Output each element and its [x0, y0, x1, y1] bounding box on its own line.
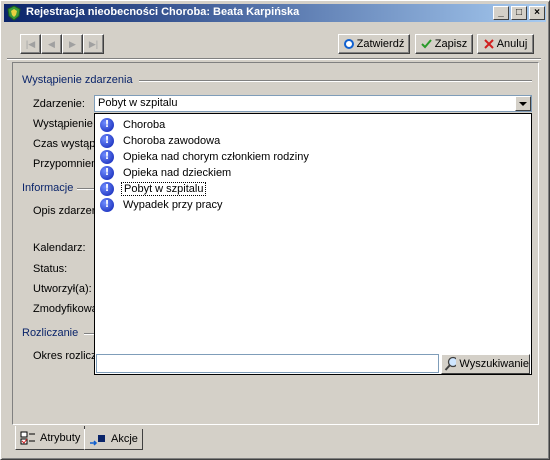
info-icon: !	[100, 182, 114, 196]
toolbar-separator	[7, 58, 541, 60]
list-item-selected[interactable]: ! Pobyt w szpitalu	[100, 181, 207, 197]
dropdown-arrow-button[interactable]	[515, 96, 531, 111]
confirm-icon	[343, 39, 354, 49]
magnifier-icon	[444, 356, 457, 371]
list-item[interactable]: ! Choroba	[100, 117, 167, 133]
event-label: Zdarzenie:	[33, 98, 85, 110]
tab-actions-label: Akcje	[111, 433, 138, 445]
calendar-label: Kalendarz:	[33, 242, 86, 254]
section-settlement-line	[84, 333, 94, 335]
app-icon	[7, 5, 21, 21]
section-info-line	[77, 188, 94, 190]
section-occurrence: Wystąpienie zdarzenia	[22, 74, 133, 86]
first-record-icon: |◀	[25, 38, 36, 49]
occurrence-label: Wystąpienie	[33, 118, 93, 130]
first-record-button[interactable]: |◀	[20, 34, 41, 54]
info-icon: !	[100, 134, 114, 148]
window: Rejestracja nieobecności Choroba: Beata …	[0, 0, 550, 460]
info-icon: !	[100, 198, 114, 212]
created-by-label: Utworzył(a):	[33, 283, 92, 295]
status-label: Status:	[33, 263, 68, 275]
confirm-button[interactable]: Zatwierdź	[338, 34, 410, 54]
description-label: Opis zdarzen	[33, 205, 98, 217]
modified-by-label: Zmodyfikowa	[33, 303, 98, 315]
event-select[interactable]: Pobyt w szpitalu	[94, 95, 532, 112]
save-button[interactable]: Zapisz	[415, 34, 473, 54]
cancel-label: Anuluj	[496, 38, 528, 50]
checkmark-icon	[421, 39, 432, 49]
last-record-button[interactable]: ▶|	[83, 34, 104, 54]
list-item[interactable]: ! Opieka nad chorym członkiem rodziny	[100, 149, 311, 165]
search-button-label: Wyszukiwanie	[459, 358, 529, 370]
section-info: Informacje	[22, 182, 74, 194]
list-item-label: Wypadek przy pracy	[123, 199, 223, 211]
info-icon: !	[100, 166, 114, 180]
section-occurrence-line	[139, 80, 532, 82]
confirm-label: Zatwierdź	[356, 38, 405, 50]
last-record-icon: ▶|	[88, 38, 99, 49]
event-dropdown-list[interactable]: ! Choroba ! Choroba zawodowa ! Opieka na…	[94, 113, 532, 375]
list-item[interactable]: ! Wypadek przy pracy	[100, 197, 225, 213]
time-label: Czas wystąp	[33, 138, 96, 150]
chevron-down-icon	[519, 102, 527, 106]
info-icon: !	[100, 150, 114, 164]
list-item-label: Opieka nad chorym członkiem rodziny	[123, 151, 309, 163]
cancel-icon	[483, 39, 494, 49]
tab-attributes[interactable]: Atrybuty	[15, 426, 86, 450]
info-icon: !	[100, 118, 114, 132]
window-title: Rejestracja nieobecności Choroba: Beata …	[26, 6, 300, 18]
title-bar: Rejestracja nieobecności Choroba: Beata …	[4, 4, 546, 22]
tab-attributes-label: Atrybuty	[40, 431, 81, 444]
attributes-icon	[20, 431, 35, 444]
next-record-icon: ▶	[69, 38, 76, 49]
list-item[interactable]: ! Choroba zawodowa	[100, 133, 222, 149]
list-item-label: Choroba zawodowa	[123, 135, 221, 147]
next-record-button[interactable]: ▶	[62, 34, 83, 54]
list-item-label: Pobyt w szpitalu	[121, 182, 207, 196]
period-label: Okres rozlicz	[33, 350, 97, 362]
close-button[interactable]: ×	[529, 6, 545, 20]
reminder-label: Przypomnien	[33, 158, 98, 170]
actions-icon	[90, 435, 105, 446]
event-select-value: Pobyt w szpitalu	[98, 97, 178, 109]
tab-actions[interactable]: Akcje	[84, 429, 143, 450]
list-item-label: Choroba	[123, 119, 166, 131]
prev-record-icon: ◀	[48, 38, 55, 49]
minimize-button[interactable]: _	[493, 6, 509, 20]
prev-record-button[interactable]: ◀	[41, 34, 62, 54]
maximize-button[interactable]: □	[511, 6, 527, 20]
list-item-label: Opieka nad dzieckiem	[123, 167, 232, 179]
save-label: Zapisz	[434, 38, 468, 50]
list-item[interactable]: ! Opieka nad dzieckiem	[100, 165, 233, 181]
section-settlement: Rozliczanie	[22, 327, 79, 339]
search-input[interactable]	[96, 354, 439, 373]
search-button[interactable]: Wyszukiwanie	[441, 354, 530, 374]
cancel-button[interactable]: Anuluj	[477, 34, 534, 54]
